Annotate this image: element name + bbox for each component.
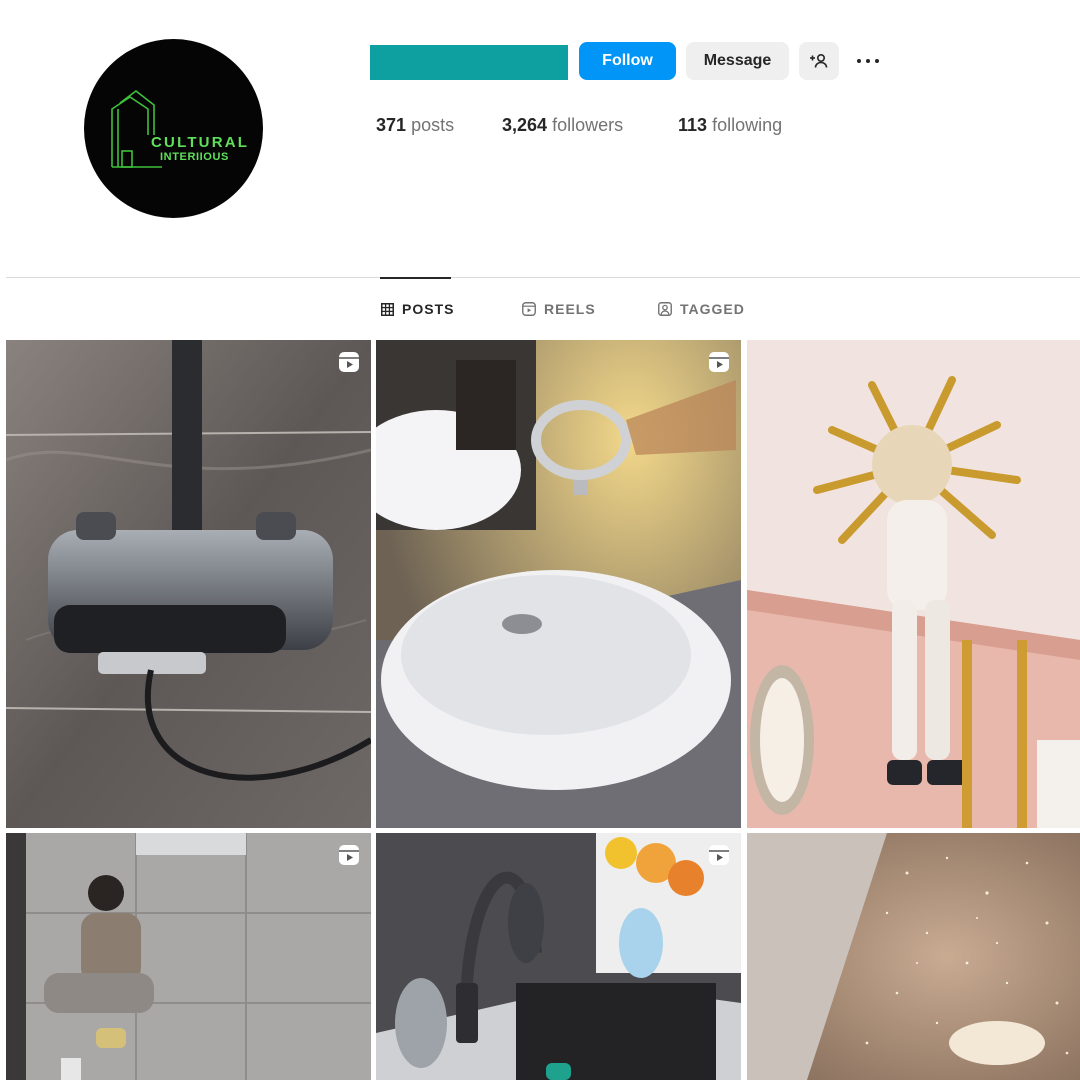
followers-label: followers: [552, 115, 624, 135]
active-tab-indicator: [380, 277, 451, 279]
following-count: 113: [678, 115, 708, 135]
post-tile-1[interactable]: [6, 340, 371, 828]
post-image: [376, 340, 741, 828]
post-tile-4[interactable]: [6, 833, 371, 1080]
post-tile-5[interactable]: [376, 833, 741, 1080]
followers-stat[interactable]: 3,264 followers: [502, 115, 623, 136]
person-add-icon: [810, 53, 828, 68]
reel-badge-icon: [709, 352, 729, 372]
tab-posts[interactable]: POSTS: [381, 301, 454, 317]
posts-count: 371: [376, 115, 407, 135]
reel-badge-icon: [339, 352, 359, 372]
posts-label: posts: [411, 115, 455, 135]
house-logo-icon: [111, 89, 162, 168]
tab-posts-label: POSTS: [402, 301, 455, 317]
message-button[interactable]: Message: [686, 42, 789, 80]
tab-reels-label: REELS: [544, 301, 596, 317]
following-label: following: [712, 115, 783, 135]
post-tile-3[interactable]: [747, 340, 1080, 828]
tab-tagged-label: TAGGED: [680, 301, 745, 317]
reels-icon: [522, 302, 536, 316]
post-image: [6, 833, 371, 1080]
more-horizontal-icon: [855, 58, 882, 64]
logo-text-interiious: INTERIIOUS: [160, 151, 229, 163]
followers-count: 3,264: [502, 115, 548, 135]
username-redacted: [370, 45, 568, 80]
logo-text-cultural: CULTURAL: [151, 134, 250, 151]
suggest-accounts-button[interactable]: [799, 42, 839, 80]
post-image: [376, 833, 741, 1080]
reel-badge-icon: [339, 845, 359, 865]
more-options-button[interactable]: [849, 42, 887, 80]
posts-stat[interactable]: 371 posts: [376, 115, 454, 136]
tab-reels[interactable]: REELS: [522, 301, 596, 317]
tab-tagged[interactable]: TAGGED: [658, 301, 745, 317]
profile-avatar[interactable]: CULTURAL INTERIIOUS: [84, 39, 263, 218]
reel-badge-icon: [709, 845, 729, 865]
following-stat[interactable]: 113 following: [678, 115, 782, 136]
grid-icon: [381, 302, 394, 316]
post-image: [6, 340, 371, 828]
follow-button[interactable]: Follow: [579, 42, 676, 80]
profile-divider: [6, 277, 1080, 278]
post-image: [747, 833, 1080, 1080]
post-tile-6[interactable]: [747, 833, 1080, 1080]
post-image: [747, 340, 1080, 828]
post-tile-2[interactable]: [376, 340, 741, 828]
tagged-icon: [658, 302, 672, 316]
